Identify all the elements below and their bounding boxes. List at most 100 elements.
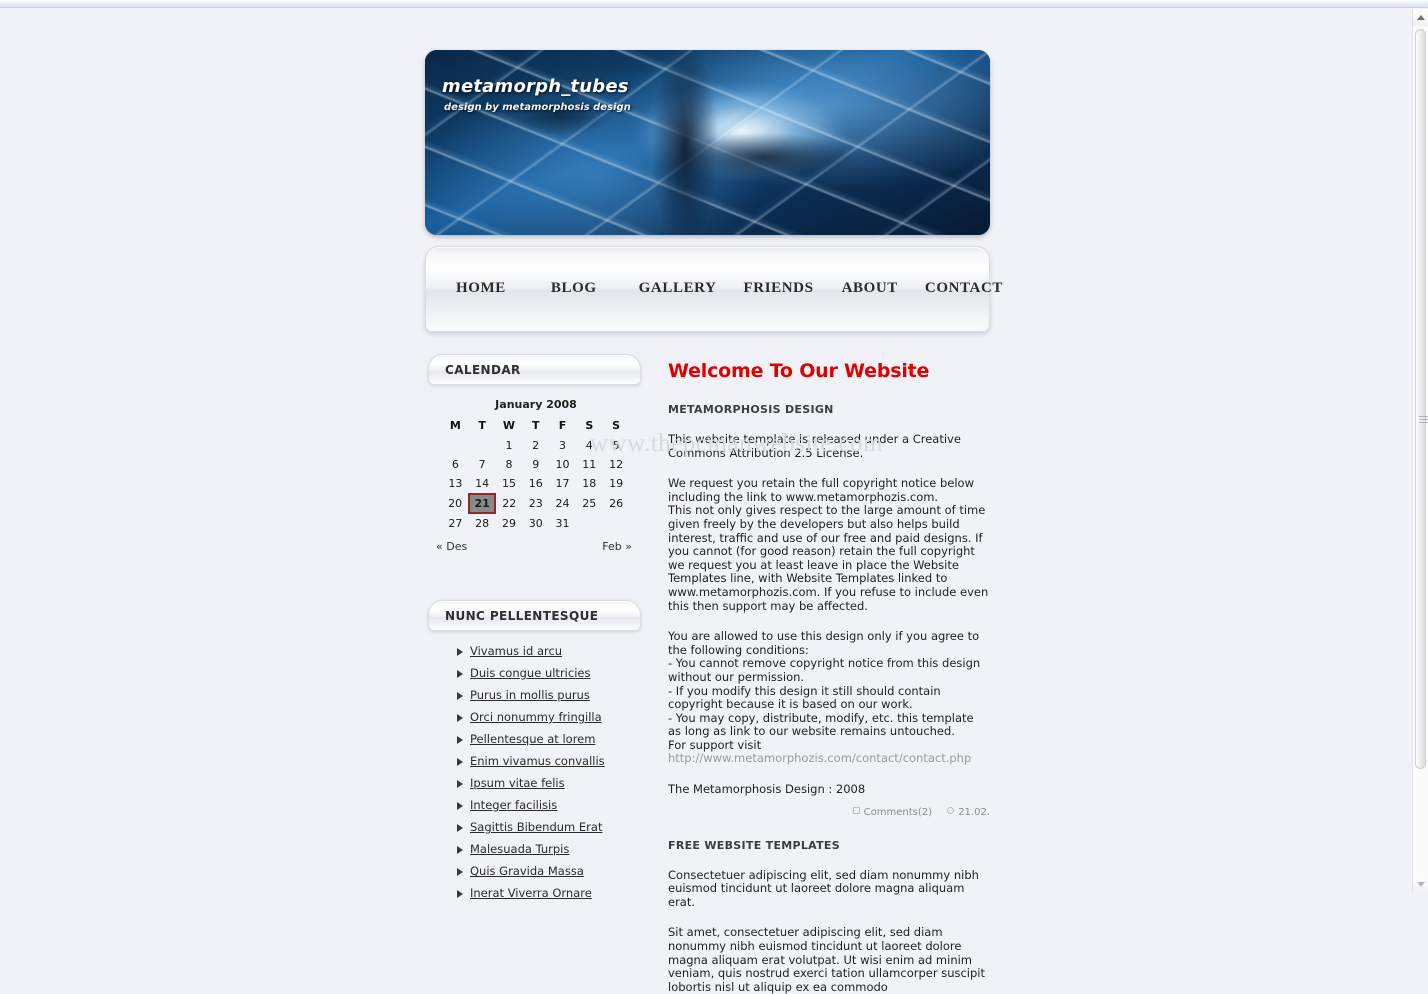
- calendar-day[interactable]: 1: [496, 436, 523, 455]
- calendar-day[interactable]: 18: [576, 474, 603, 494]
- calendar-day[interactable]: 19: [603, 474, 630, 494]
- calendar-weekday: F: [558, 419, 567, 432]
- calendar-prev-month-link[interactable]: « Des: [436, 540, 467, 553]
- nav-item-friends[interactable]: FRIENDS: [744, 280, 814, 297]
- sidebar-link[interactable]: Orci nonummy fringilla: [470, 710, 602, 724]
- calendar-day[interactable]: 7: [469, 455, 496, 474]
- page-columns: CALENDAR January 2008 M T W T F S S 1 2 …: [425, 354, 990, 994]
- sidebar-link[interactable]: Sagittis Bibendum Erat: [470, 820, 602, 834]
- calendar-day[interactable]: 4: [576, 436, 603, 455]
- calendar-day[interactable]: 29: [496, 514, 523, 534]
- calendar-day[interactable]: 9: [522, 455, 549, 474]
- list-item: Purus in mollis purus: [457, 688, 643, 702]
- calendar-day[interactable]: 16: [522, 474, 549, 494]
- calendar-day[interactable]: 20: [442, 494, 469, 514]
- post-paragraph: Sit amet, consectetuer adipiscing elit, …: [668, 925, 986, 994]
- sidebar-link-list: Vivamus id arcu Duis congue ultricies Puru…: [428, 645, 643, 900]
- post-paragraph: - If you modify this design it still sho…: [668, 683, 941, 712]
- triangle-bullet-icon: [457, 780, 463, 788]
- calendar-day[interactable]: 27: [442, 514, 469, 534]
- calendar-widget-header: CALENDAR: [428, 354, 641, 385]
- comments-bullet-icon: [852, 806, 860, 814]
- sidebar-link[interactable]: Purus in mollis purus: [470, 688, 590, 702]
- calendar-week-row: 27 28 29 30 31: [442, 514, 630, 534]
- nav-item-list: HOME BLOG GALLERY FRIENDS ABOUT CONTACT: [456, 280, 1002, 297]
- calendar-weekday: S: [612, 419, 621, 432]
- list-item: Inerat Viverra Ornare: [457, 886, 643, 900]
- nav-item-contact[interactable]: CONTACT: [925, 280, 1003, 297]
- links-widget-header: NUNC PELLENTESQUE: [428, 600, 641, 631]
- nav-item-home[interactable]: HOME: [456, 280, 506, 297]
- calendar-day[interactable]: 12: [603, 455, 630, 474]
- calendar-day[interactable]: 26: [603, 494, 630, 514]
- post-subheading-metamorphosis: METAMORPHOSIS DESIGN: [668, 403, 834, 416]
- sidebar: CALENDAR January 2008 M T W T F S S 1 2 …: [428, 354, 643, 909]
- support-contact-link[interactable]: http://www.metamorphozis.com/contact/con…: [668, 751, 971, 766]
- calendar-day[interactable]: 8: [496, 455, 523, 474]
- calendar-weekday: T: [478, 419, 486, 432]
- sidebar-link[interactable]: Malesuada Turpis: [470, 842, 569, 856]
- calendar-day[interactable]: 24: [549, 494, 576, 514]
- page-title: Welcome To Our Website: [668, 360, 930, 382]
- site-tagline: design by metamorphosis design: [444, 102, 631, 113]
- post-paragraph: - You may copy, distribute, modify, etc.…: [668, 710, 974, 739]
- calendar-day[interactable]: 11: [576, 455, 603, 474]
- vertical-scrollbar[interactable]: [1412, 9, 1428, 893]
- sidebar-link[interactable]: Enim vivamus convallis: [470, 754, 605, 768]
- triangle-bullet-icon: [457, 890, 463, 898]
- calendar-day[interactable]: 28: [469, 514, 496, 534]
- calendar-day[interactable]: 5: [603, 436, 630, 455]
- chevron-up-icon: [1416, 15, 1425, 20]
- calendar-day[interactable]: 31: [549, 514, 576, 534]
- nav-item-blog[interactable]: BLOG: [551, 280, 597, 297]
- scrollbar-grip-icon: [1419, 416, 1428, 424]
- calendar-day[interactable]: 15: [496, 474, 523, 494]
- list-item: Malesuada Turpis: [457, 842, 643, 856]
- calendar-weekday: W: [502, 419, 516, 432]
- calendar-day-today[interactable]: 21: [468, 493, 497, 514]
- calendar-day[interactable]: 22: [496, 494, 523, 514]
- calendar-day[interactable]: 13: [442, 474, 469, 494]
- sidebar-link[interactable]: Pellentesque at lorem: [470, 732, 595, 746]
- calendar-navigation: « Des Feb »: [436, 540, 632, 553]
- calendar-weekday-row: M T W T F S S: [442, 418, 630, 436]
- calendar-day[interactable]: 6: [442, 455, 469, 474]
- sidebar-link[interactable]: Duis congue ultricies: [470, 666, 590, 680]
- calendar-day[interactable]: 10: [549, 455, 576, 474]
- calendar-week-row: 20 21 22 23 24 25 26: [442, 493, 630, 514]
- triangle-bullet-icon: [457, 802, 463, 810]
- calendar-widget-title: CALENDAR: [445, 362, 521, 377]
- main-navigation: HOME BLOG GALLERY FRIENDS ABOUT CONTACT: [425, 246, 1002, 332]
- nav-item-about[interactable]: ABOUT: [842, 280, 898, 297]
- calendar-day[interactable]: 17: [549, 474, 576, 494]
- sidebar-link[interactable]: Integer facilisis: [470, 798, 557, 812]
- post-paragraph: The Metamorphosis Design : 2008: [668, 782, 866, 797]
- scrollbar-up-button[interactable]: [1413, 9, 1428, 26]
- scrollbar-down-button[interactable]: [1413, 876, 1428, 893]
- chevron-down-icon: [1416, 882, 1425, 887]
- banner-text-block: metamorph_tubes design by metamorphosis …: [442, 76, 631, 113]
- sidebar-link[interactable]: Vivamus id arcu: [470, 644, 562, 658]
- calendar-next-month-link[interactable]: Feb »: [602, 540, 632, 553]
- calendar-day-empty: [469, 436, 496, 455]
- sidebar-link[interactable]: Ipsum vitae felis: [470, 776, 565, 790]
- sidebar-link[interactable]: Quis Gravida Massa: [470, 864, 584, 878]
- calendar-day[interactable]: 2: [522, 436, 549, 455]
- post-comments-meta[interactable]: Comments(2): [852, 806, 932, 818]
- calendar-day[interactable]: 14: [469, 474, 496, 494]
- calendar-day[interactable]: 3: [549, 436, 576, 455]
- calendar-day[interactable]: 23: [522, 494, 549, 514]
- triangle-bullet-icon: [457, 648, 463, 656]
- list-item: Sagittis Bibendum Erat: [457, 820, 643, 834]
- list-item: Quis Gravida Massa: [457, 864, 643, 878]
- nav-item-gallery[interactable]: GALLERY: [639, 280, 717, 297]
- calendar-day[interactable]: 25: [576, 494, 603, 514]
- triangle-bullet-icon: [457, 868, 463, 876]
- calendar-week-row: 13 14 15 16 17 18 19: [442, 474, 630, 494]
- calendar-table: M T W T F S S 1 2 3 4 5 6 7 8 9 10 11 12 13 14 15 16 17 1…: [442, 418, 630, 533]
- scrollbar-thumb[interactable]: [1415, 29, 1428, 769]
- triangle-bullet-icon: [457, 758, 463, 766]
- sidebar-link[interactable]: Inerat Viverra Ornare: [470, 886, 592, 900]
- list-item: Pellentesque at lorem: [457, 732, 643, 746]
- calendar-day[interactable]: 30: [522, 514, 549, 534]
